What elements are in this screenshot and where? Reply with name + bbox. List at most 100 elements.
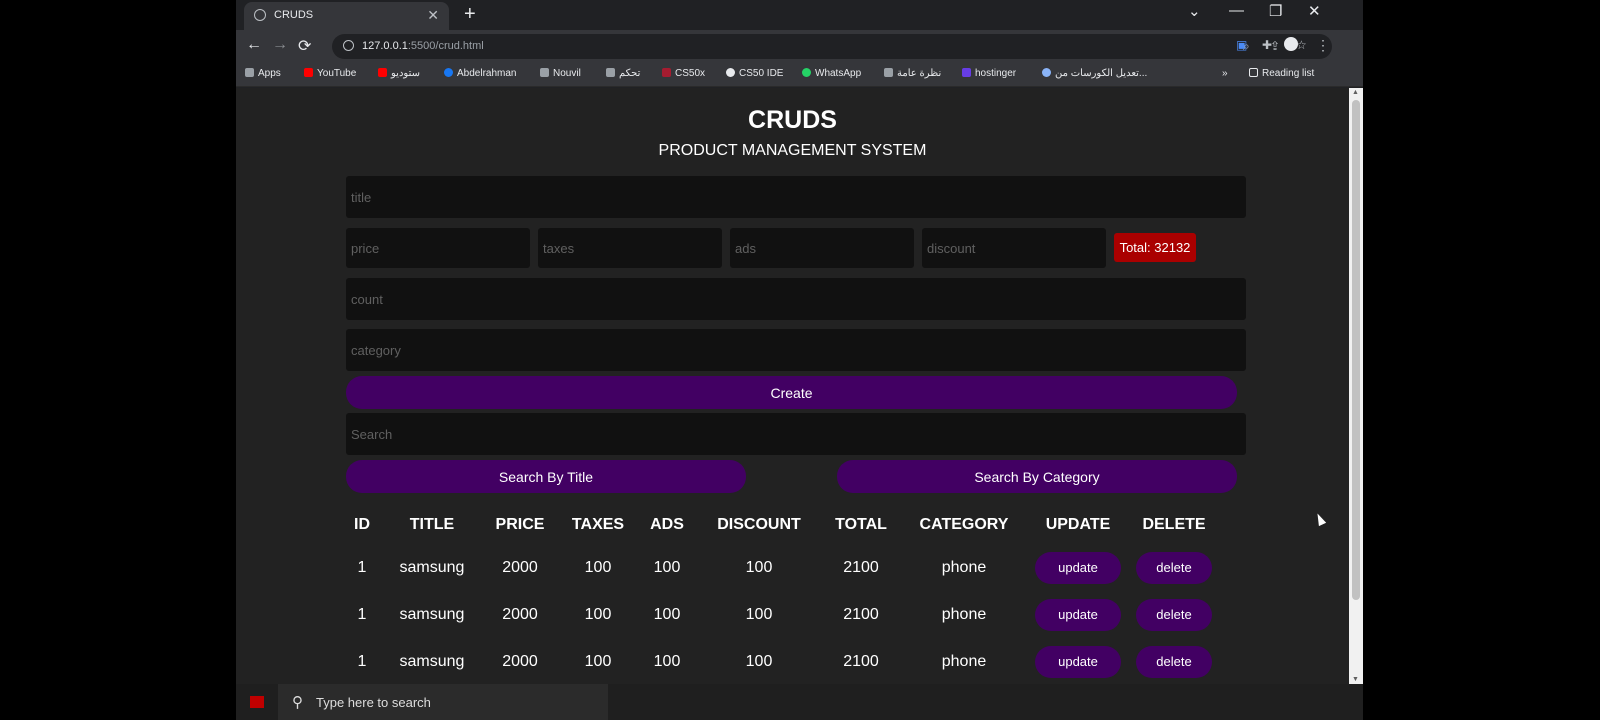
cell-category: phone (941, 652, 987, 670)
cell-taxes: 100 (584, 605, 612, 623)
puzzle-icon[interactable]: ✚ (1262, 38, 1272, 52)
page-content: CRUDS PRODUCT MANAGEMENT SYSTEM Total: 3… (236, 88, 1349, 684)
bookmarks-bar: Apps YouTube ستوديو Abdelrahman Nouvil ت… (236, 63, 1363, 87)
count-input[interactable] (346, 278, 1246, 320)
info-icon[interactable] (343, 40, 354, 51)
cell-id: 1 (357, 652, 367, 670)
taskbar-search[interactable]: ⚲ Type here to search (278, 684, 608, 720)
search-by-title-button[interactable]: Search By Title (346, 460, 746, 493)
bookmark-cs50x[interactable]: CS50x (662, 68, 705, 79)
forward-button[interactable]: → (272, 36, 288, 54)
reading-list-icon (1249, 68, 1258, 77)
search-input[interactable] (346, 413, 1246, 455)
bookmark-youtube[interactable]: YouTube (304, 68, 356, 79)
discount-input[interactable] (922, 228, 1106, 268)
extension-icon[interactable]: ▣ (1236, 38, 1247, 52)
tab-cruds[interactable]: CRUDS ✕ (244, 2, 449, 30)
tab-title: CRUDS (274, 9, 314, 21)
cell-price: 2000 (502, 558, 538, 576)
taskbar: ⚲ Type here to search (236, 684, 1363, 720)
browser-toolbar: ← → ⟳ 127.0.0.1:5500/crud.html ⌕ ⇪ ☆ ▣ ✚… (236, 30, 1363, 63)
globe-icon (254, 9, 266, 21)
update-button[interactable]: update (1035, 551, 1121, 584)
header-update: UPDATE (1045, 516, 1111, 533)
header-price: PRICE (495, 516, 545, 533)
cell-discount: 100 (745, 652, 773, 670)
apps-icon (245, 68, 254, 77)
bookmark-nouvil[interactable]: Nouvil (540, 68, 581, 79)
url-text: 127.0.0.1:5500/crud.html (362, 40, 484, 52)
header-category: CATEGORY (919, 516, 1009, 533)
bookmark-icon (606, 68, 615, 77)
update-button[interactable]: update (1035, 598, 1121, 631)
tab-strip: CRUDS ✕ + ⌄ — ❐ ✕ (236, 0, 1363, 30)
cell-delete: delete (1126, 638, 1222, 684)
taxes-input[interactable] (538, 228, 722, 268)
reading-list-button[interactable]: Reading list (1249, 68, 1314, 79)
header-id: ID (354, 516, 370, 533)
bookmark-hostinger[interactable]: hostinger (962, 68, 1016, 79)
cell-update: update (1030, 544, 1126, 591)
bookmark-overview[interactable]: نظرة عامة (884, 68, 941, 79)
menu-icon[interactable]: ⋮ (1316, 37, 1330, 54)
new-tab-button[interactable]: + (464, 3, 476, 26)
bookmark-studio[interactable]: ستوديو (378, 68, 420, 79)
bookmark-whatsapp[interactable]: WhatsApp (802, 68, 861, 79)
facebook-icon (444, 68, 453, 77)
cell-total: 2100 (843, 558, 879, 576)
page-scrollbar[interactable]: ▲ ▼ (1349, 88, 1363, 684)
scroll-down-icon[interactable]: ▼ (1352, 676, 1359, 683)
cell-id: 1 (357, 605, 367, 623)
category-input[interactable] (346, 329, 1246, 371)
search-by-category-button[interactable]: Search By Category (837, 460, 1237, 493)
bookmark-courses[interactable]: تعديل الكورسات من... (1042, 68, 1147, 79)
bookmark-icon (1042, 68, 1051, 77)
restore-button[interactable]: ❐ (1269, 2, 1282, 20)
create-button[interactable]: Create (346, 376, 1237, 409)
bookmark-icon (884, 68, 893, 77)
minimize-button[interactable]: — (1229, 2, 1244, 19)
youtube-icon (304, 68, 313, 77)
cell-discount: 100 (745, 605, 773, 623)
close-window-button[interactable]: ✕ (1308, 2, 1321, 20)
header-title: TITLE (409, 516, 455, 533)
price-input[interactable] (346, 228, 530, 268)
back-button[interactable]: ← (246, 36, 262, 54)
ads-input[interactable] (730, 228, 914, 268)
reload-button[interactable]: ⟳ (298, 36, 311, 56)
url-host: 127.0.0.1 (362, 40, 408, 52)
bookmark-abdelrahman[interactable]: Abdelrahman (444, 68, 516, 79)
delete-button[interactable]: delete (1136, 598, 1212, 631)
cell-title: samsung (399, 605, 465, 623)
header-discount: DISCOUNT (717, 516, 801, 533)
delete-button[interactable]: delete (1136, 645, 1212, 678)
table-row: 1 samsung 2000 100 100 100 2100 phone up… (344, 638, 1222, 684)
bookmarks-more-button[interactable]: » (1222, 68, 1228, 79)
table-row: 1 samsung 2000 100 100 100 2100 phone up… (344, 591, 1222, 638)
total-badge: Total: 32132 (1114, 233, 1196, 262)
address-bar[interactable]: 127.0.0.1:5500/crud.html ⌕ ⇪ ☆ (332, 34, 1332, 59)
products-table: ID TITLE PRICE TAXES ADS DISCOUNT TOTAL … (344, 506, 1222, 684)
tab-search-icon[interactable]: ⌄ (1188, 2, 1201, 20)
table-header-row: ID TITLE PRICE TAXES ADS DISCOUNT TOTAL … (344, 506, 1222, 544)
start-icon[interactable] (250, 696, 264, 708)
cell-update: update (1030, 638, 1126, 684)
page-title: CRUDS (748, 106, 837, 134)
delete-button[interactable]: delete (1136, 551, 1212, 584)
title-input[interactable] (346, 176, 1246, 218)
bookmark-cs50-ide[interactable]: CS50 IDE (726, 68, 783, 79)
browser-window: CRUDS ✕ + ⌄ — ❐ ✕ ← → ⟳ 127.0.0.1:5500/c… (236, 0, 1363, 720)
profile-icon[interactable] (1284, 37, 1298, 51)
bookmark-control[interactable]: تحكم (606, 68, 640, 79)
scroll-up-icon[interactable]: ▲ (1352, 89, 1359, 96)
header-ads: ADS (650, 516, 684, 533)
cell-ads: 100 (653, 652, 681, 670)
cell-delete: delete (1126, 544, 1222, 591)
cell-update: update (1030, 591, 1126, 638)
bookmark-apps[interactable]: Apps (245, 68, 281, 79)
cell-delete: delete (1126, 591, 1222, 638)
header-total: TOTAL (835, 516, 887, 533)
scrollbar-thumb[interactable] (1352, 100, 1360, 600)
close-tab-icon[interactable]: ✕ (427, 7, 439, 24)
update-button[interactable]: update (1035, 645, 1121, 678)
